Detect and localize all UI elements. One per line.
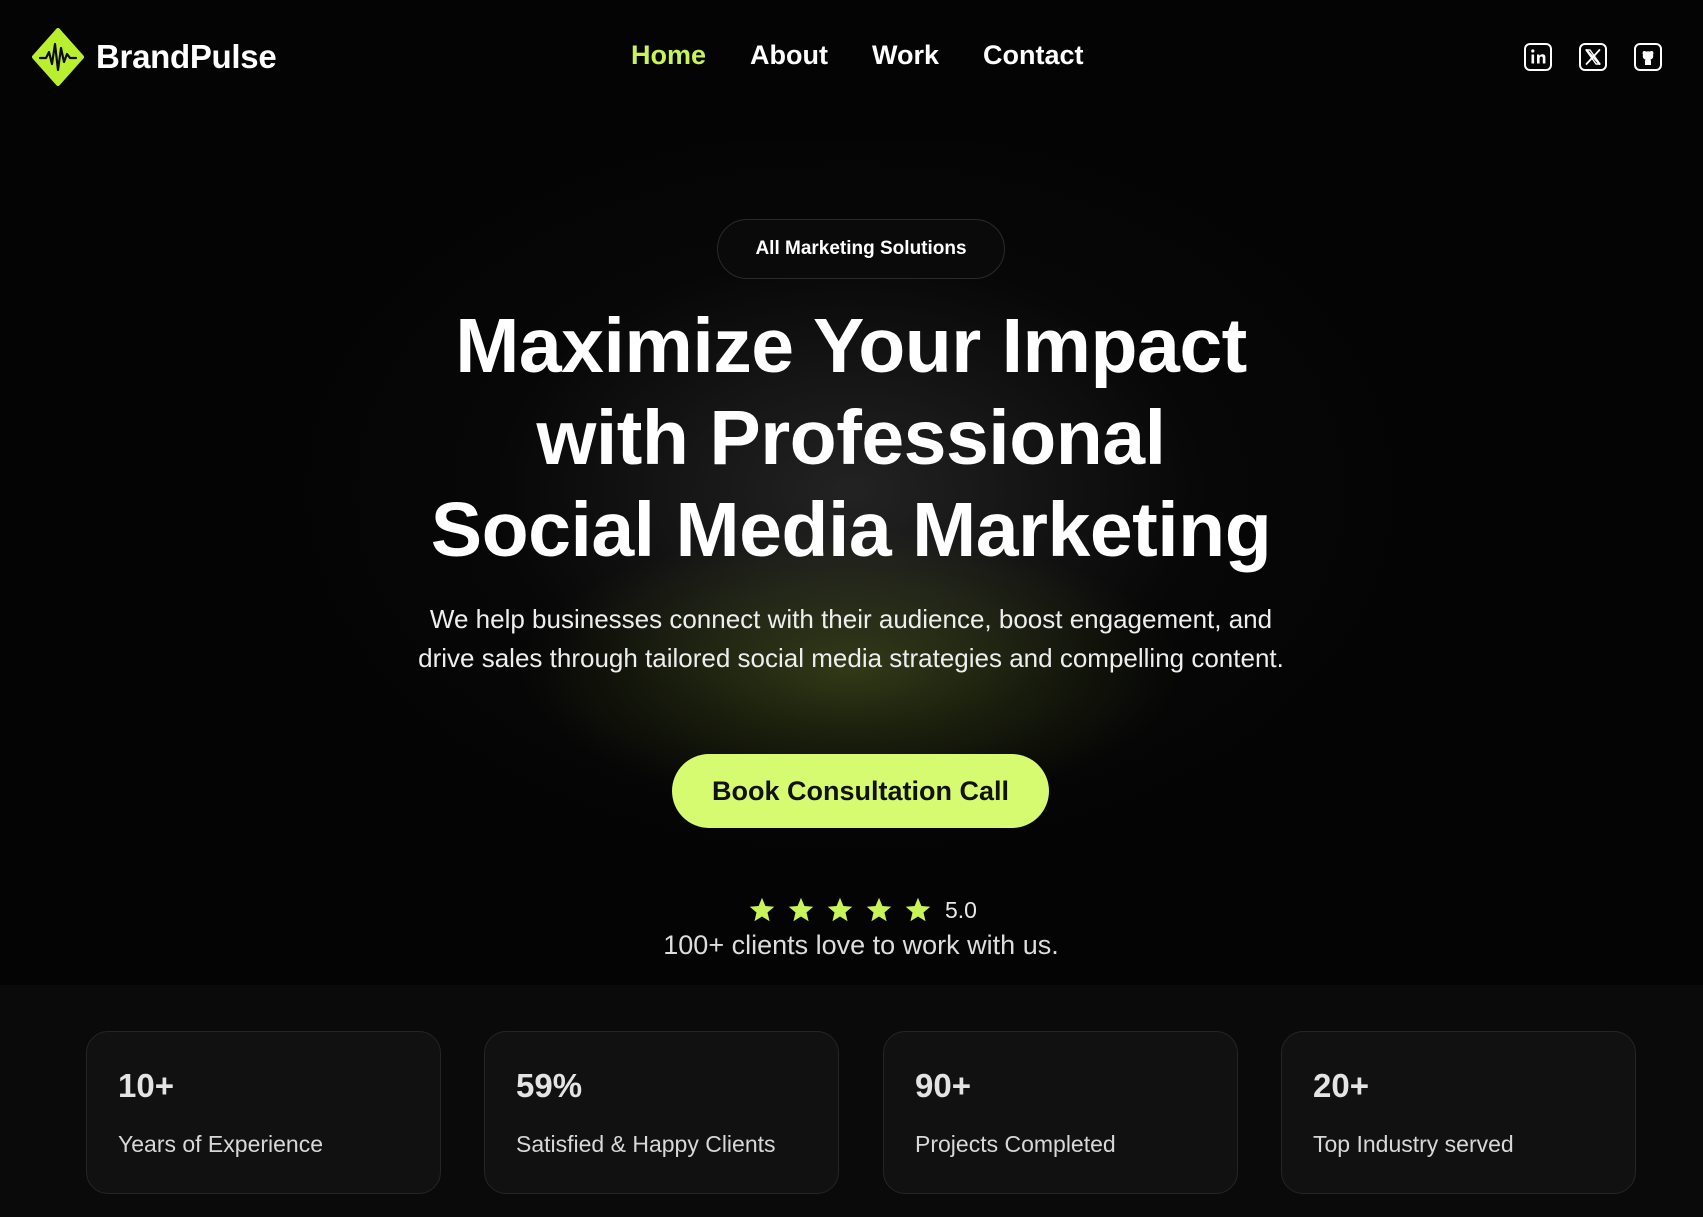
headline-line-3: Social Media Marketing (430, 487, 1272, 573)
hero-description: We help businesses connect with their au… (381, 600, 1321, 678)
main-menu: Home About Work Contact (631, 40, 1128, 71)
description-line-2: drive sales through tailored social medi… (418, 643, 1284, 673)
headline-line-1: Maximize Your Impact (455, 303, 1247, 389)
pulse-logo-icon (32, 28, 84, 86)
hero-headline: Maximize Your Impact with Professional S… (351, 300, 1351, 576)
nav-link-contact[interactable]: Contact (983, 40, 1084, 71)
github-icon[interactable] (1633, 42, 1663, 72)
stat-label: Satisfied & Happy Clients (516, 1131, 776, 1157)
stat-label: Years of Experience (118, 1131, 324, 1157)
star-icon (749, 897, 775, 922)
stat-label: Top Industry served (1313, 1131, 1514, 1157)
book-consultation-button[interactable]: Book Consultation Call (672, 754, 1049, 828)
star-icon (866, 897, 892, 922)
brand-logo[interactable]: BrandPulse (32, 28, 277, 86)
stat-label: Projects Completed (915, 1131, 1116, 1157)
rating-row: 5.0 (748, 896, 977, 924)
stat-value: 10+ (118, 1067, 174, 1104)
stat-card-experience: 10+ Years of Experience (86, 1031, 441, 1194)
stat-card-industries: 20+ Top Industry served (1281, 1031, 1636, 1194)
linkedin-icon[interactable] (1523, 42, 1553, 72)
stat-value: 59% (516, 1067, 583, 1104)
headline-line-2: with Professional (536, 395, 1166, 481)
clients-caption: 100+ clients love to work with us. (663, 930, 1059, 960)
star-icon (788, 897, 814, 922)
social-links (1523, 42, 1663, 72)
top-navigation: BrandPulse Home About Work Contact (0, 0, 1703, 118)
star-icon (827, 897, 853, 922)
nav-link-work[interactable]: Work (872, 40, 939, 71)
stat-value: 90+ (915, 1067, 971, 1104)
description-line-1: We help businesses connect with their au… (429, 604, 1273, 634)
stat-card-projects: 90+ Projects Completed (883, 1031, 1238, 1194)
stat-card-satisfied: 59% Satisfied & Happy Clients (484, 1031, 839, 1194)
solutions-badge: All Marketing Solutions (717, 219, 1005, 279)
x-icon[interactable] (1578, 42, 1608, 72)
star-icon (905, 897, 931, 922)
stat-value: 20+ (1313, 1067, 1369, 1104)
brand-name: BrandPulse (96, 38, 277, 75)
nav-link-about[interactable]: About (750, 40, 828, 71)
nav-link-home[interactable]: Home (631, 40, 706, 71)
rating-value: 5.0 (945, 896, 977, 923)
landing-page: BrandPulse Home About Work Contact All M… (0, 0, 1703, 1217)
